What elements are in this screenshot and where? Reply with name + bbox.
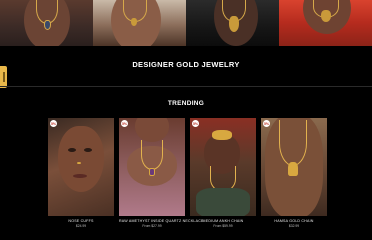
product-price: $32.99	[288, 224, 300, 228]
product-price: From $27.99	[142, 224, 162, 228]
side-tab-grip-icon	[2, 72, 5, 82]
page-title: DESIGNER GOLD JEWELRY	[132, 60, 240, 69]
product-price: From $59.99	[213, 224, 233, 228]
product-name[interactable]: MEDIUM ANKH CHAIN	[190, 219, 256, 223]
product-card[interactable]: 5% MEDIUM ANKH CHAIN From $59.99	[190, 118, 256, 228]
section-divider	[0, 86, 372, 87]
discount-badge: 5%	[263, 120, 270, 127]
product-card[interactable]: 5% HAMSA GOLD CHAIN $32.99	[261, 118, 327, 228]
product-image[interactable]: 5%	[190, 118, 256, 216]
product-image[interactable]: 5%	[48, 118, 114, 216]
product-name[interactable]: HAMSA GOLD CHAIN	[261, 219, 327, 223]
discount-badge: 5%	[50, 120, 57, 127]
product-image[interactable]: 5%	[119, 118, 185, 216]
hero-image-2[interactable]	[93, 0, 186, 46]
side-reviews-tab[interactable]	[0, 66, 7, 88]
hero-image-3[interactable]	[186, 0, 279, 46]
product-card[interactable]: 5% NOSE CUFFS $24.99	[48, 118, 114, 228]
product-image[interactable]: 5%	[261, 118, 327, 216]
product-name[interactable]: NOSE CUFFS	[48, 219, 114, 223]
hero-image-strip	[0, 0, 372, 46]
hero-image-1[interactable]	[0, 0, 93, 46]
trending-heading: TRENDING	[167, 100, 205, 107]
discount-badge: 5%	[192, 120, 199, 127]
product-price: $24.99	[75, 224, 87, 228]
product-name[interactable]: RAW AMETHYST INSIDE QUARTZ NECKLACE	[119, 219, 203, 223]
trending-product-grid: 5% NOSE CUFFS $24.99 5% RAW AMETHYST INS…	[48, 118, 327, 228]
discount-badge: 5%	[121, 120, 128, 127]
hero-image-4[interactable]	[279, 0, 372, 46]
product-card[interactable]: 5% RAW AMETHYST INSIDE QUARTZ NECKLACE F…	[119, 118, 203, 228]
